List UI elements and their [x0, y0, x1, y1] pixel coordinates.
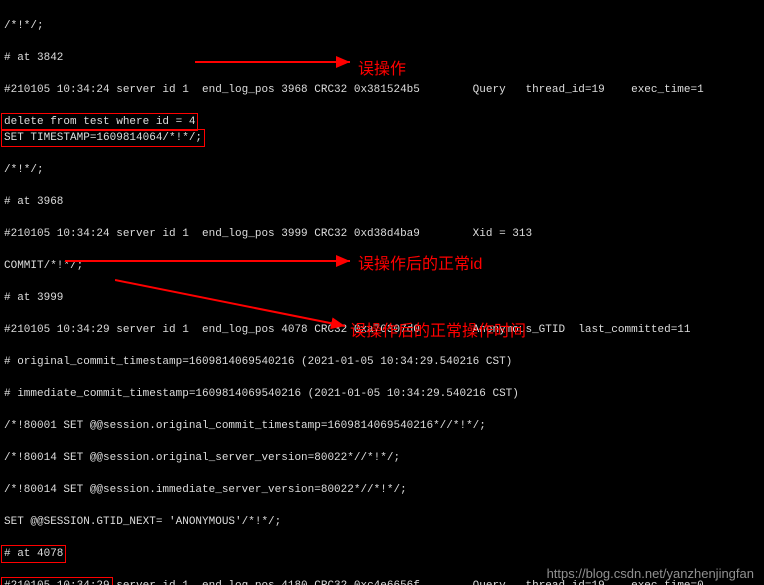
watermark-text: https://blog.csdn.net/yanzhenjingfan [547, 566, 754, 581]
log-line: /*!*/; [4, 162, 760, 178]
log-line: /*!*/; [4, 18, 760, 34]
annotation-normal-id: 误操作后的正常id [358, 250, 482, 274]
annotation-misop: 误操作 [358, 55, 406, 79]
log-line: /*!80014 SET @@session.immediate_server_… [4, 482, 760, 498]
log-line: /*!80001 SET @@session.original_commit_t… [4, 418, 760, 434]
log-line-delete: delete from test where id = 4 SET TIMEST… [4, 114, 760, 146]
log-line: # original_commit_timestamp=160981406954… [4, 354, 760, 370]
log-line: SET @@SESSION.GTID_NEXT= 'ANONYMOUS'/*!*… [4, 514, 760, 530]
annotation-normal-time: 误操作后的正常操作时间 [350, 317, 526, 341]
highlight-set-ts: SET TIMESTAMP=1609814064/*!*/; [1, 129, 205, 147]
highlight-timestamp: #210105 10:34:29 [1, 577, 113, 585]
log-line: # at 3968 [4, 194, 760, 210]
terminal-output: /*!*/; # at 3842 #210105 10:34:24 server… [0, 0, 764, 585]
log-line: # at 3999 [4, 290, 760, 306]
log-line: # immediate_commit_timestamp=16098140695… [4, 386, 760, 402]
log-line-at4078: # at 4078 [4, 546, 760, 562]
log-line: #210105 10:34:24 server id 1 end_log_pos… [4, 82, 760, 98]
highlight-at-4078: # at 4078 [1, 545, 66, 563]
log-line: #210105 10:34:24 server id 1 end_log_pos… [4, 226, 760, 242]
log-line: /*!80014 SET @@session.original_server_v… [4, 450, 760, 466]
